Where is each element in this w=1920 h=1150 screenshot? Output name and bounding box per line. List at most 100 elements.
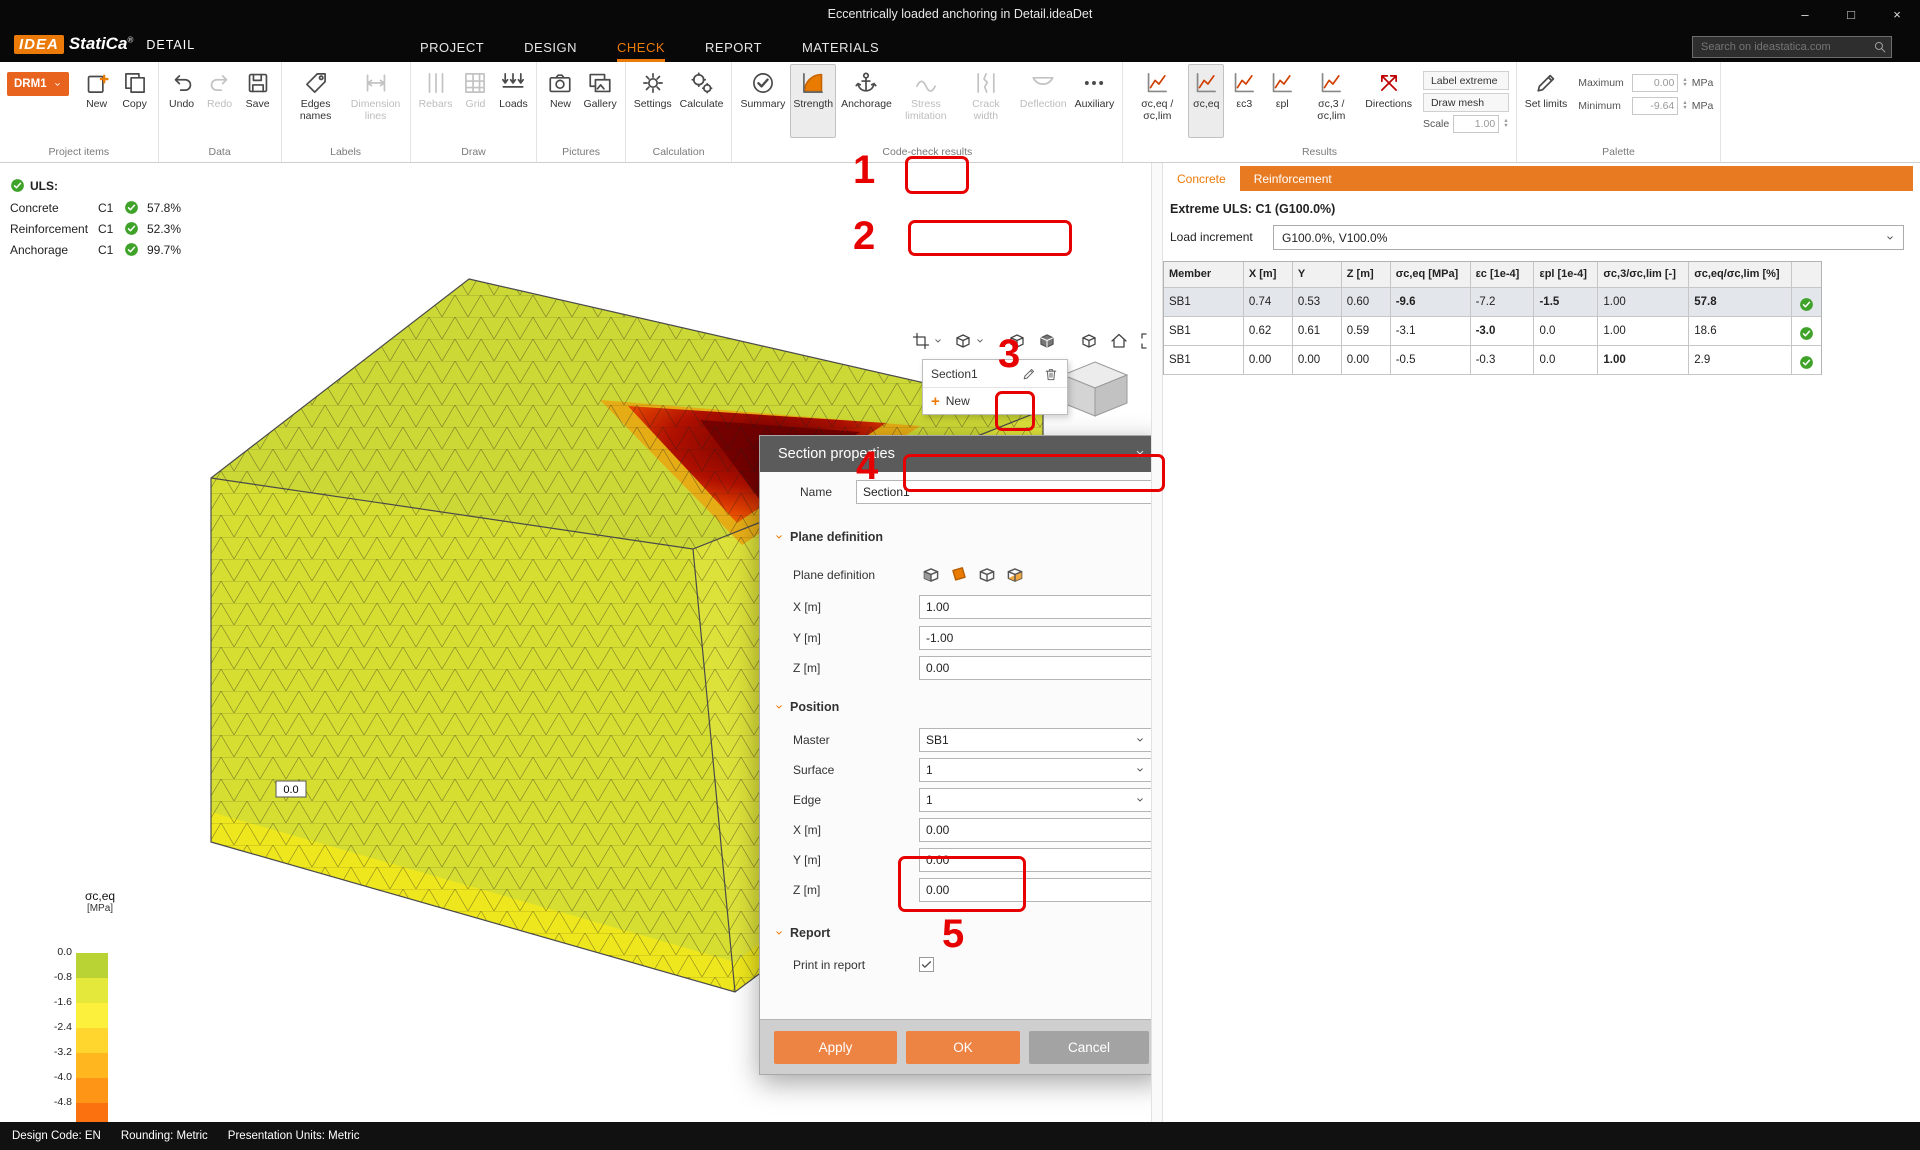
column-header[interactable]: Z [m] (1342, 262, 1391, 287)
report-section[interactable]: Report (774, 926, 830, 940)
ribbon-c-eq-c-lim-button[interactable]: σc,eq / σc,lim (1128, 64, 1186, 138)
column-header[interactable] (1792, 262, 1821, 287)
ribbon-copy-button[interactable]: Copy (117, 64, 153, 138)
section-tool-button[interactable] (908, 327, 946, 355)
scale-input[interactable] (1453, 115, 1499, 133)
ribbon-c-3-c-lim-button[interactable]: σc,3 / σc,lim (1302, 64, 1360, 138)
maximum-input[interactable] (1632, 74, 1678, 92)
view-mode-button[interactable] (950, 327, 988, 355)
plane-wire-button[interactable] (975, 563, 999, 587)
pos-z-input[interactable] (919, 878, 1151, 902)
result-row[interactable]: SB10.740.530.60-9.6-7.2-1.51.0057.8 (1164, 288, 1821, 317)
ribbon-new-button[interactable]: New (542, 64, 578, 138)
ribbon-save-button[interactable]: Save (240, 64, 276, 138)
toggle-label-extreme[interactable]: Label extreme (1423, 71, 1509, 90)
edge-select[interactable]: 1 (919, 788, 1151, 812)
ribbon-gallery-button[interactable]: Gallery (580, 64, 619, 138)
search-input[interactable] (1701, 41, 1873, 53)
plane-y-input[interactable] (919, 626, 1151, 650)
column-header[interactable]: εc [1e-4] (1471, 262, 1535, 287)
result-cell: 0.62 (1244, 317, 1293, 345)
ok-button[interactable]: OK (906, 1031, 1020, 1064)
plane-definition-section[interactable]: Plane definition (774, 530, 883, 544)
toggle-draw-mesh[interactable]: Draw mesh (1423, 93, 1509, 112)
plus-icon: + (931, 394, 940, 409)
minimize-button[interactable]: – (1782, 0, 1828, 28)
column-header[interactable]: σc,3/σc,lim [-] (1598, 262, 1689, 287)
column-header[interactable]: Member (1164, 262, 1244, 287)
position-section[interactable]: Position (774, 700, 839, 714)
ribbon-c3-button[interactable]: εc3 (1226, 64, 1262, 138)
result-cell: -7.2 (1471, 288, 1535, 316)
chevron-down-icon (1885, 233, 1895, 243)
ribbon-settings-button[interactable]: Settings (631, 64, 675, 138)
viewport-scrollbar[interactable] (1151, 163, 1163, 1122)
plane-x-input[interactable] (919, 595, 1151, 619)
dialog-header[interactable]: Section properties × (760, 436, 1151, 472)
zoom-fit-button[interactable] (1136, 327, 1151, 355)
column-header[interactable]: σc,eq/σc,lim [%] (1689, 262, 1792, 287)
project-item-selector[interactable]: DRM1 (7, 72, 69, 96)
zoom-home-button[interactable] (1106, 327, 1132, 355)
plane-xy-button[interactable] (919, 563, 943, 587)
result-cell: 1.00 (1598, 317, 1689, 345)
menu-design[interactable]: DESIGN (524, 32, 577, 62)
result-row[interactable]: SB10.000.000.00-0.5-0.30.01.002.9 (1164, 346, 1821, 375)
ribbon-pl-button[interactable]: εpl (1264, 64, 1300, 138)
column-header[interactable]: σc,eq [MPa] (1391, 262, 1471, 287)
surface-select[interactable]: 1 (919, 758, 1151, 782)
section-name-input[interactable] (856, 480, 1151, 504)
delete-trash-icon[interactable] (1043, 366, 1059, 382)
search-icon[interactable] (1873, 40, 1887, 54)
section-list-item[interactable]: Section1 (923, 360, 1067, 387)
new-section-button[interactable]: + New (923, 387, 1067, 414)
menu-materials[interactable]: MATERIALS (802, 32, 879, 62)
ribbon-set-limits-button[interactable]: Set limits (1522, 64, 1571, 138)
spinner-arrows-icon[interactable]: ▲▼ (1682, 78, 1687, 88)
ribbon-anchorage-button[interactable]: Anchorage (838, 64, 895, 138)
minimum-input[interactable] (1632, 97, 1678, 115)
result-row[interactable]: SB10.620.610.59-3.1-3.00.01.0018.6 (1164, 317, 1821, 346)
maximize-button[interactable]: □ (1828, 0, 1874, 28)
loads-icon (500, 70, 526, 96)
master-select[interactable]: SB1 (919, 728, 1151, 752)
spinner-arrows-icon[interactable]: ▲▼ (1682, 101, 1687, 111)
menu-project[interactable]: PROJECT (420, 32, 484, 62)
axonometry-button[interactable] (1076, 327, 1102, 355)
ribbon-c-eq-button[interactable]: σc,eq (1188, 64, 1224, 138)
column-header[interactable]: εpl [1e-4] (1534, 262, 1598, 287)
search-box[interactable] (1692, 36, 1892, 58)
edit-pencil-icon[interactable] (1021, 366, 1037, 382)
ribbon-edges-names-button[interactable]: Edges names (287, 64, 345, 138)
close-button[interactable]: × (1874, 0, 1920, 28)
pos-y-input[interactable] (919, 848, 1151, 872)
plane-face-button[interactable] (947, 563, 971, 587)
ribbon-loads-button[interactable]: Loads (495, 64, 531, 138)
plane-diagonal-button[interactable] (1003, 563, 1027, 587)
ribbon-auxiliary-button[interactable]: Auxiliary (1072, 64, 1118, 138)
tab-concrete[interactable]: Concrete (1163, 166, 1240, 191)
column-header[interactable]: Y (1293, 262, 1342, 287)
spinner-arrows-icon[interactable]: ▲▼ (1503, 119, 1508, 129)
menu-report[interactable]: REPORT (705, 32, 762, 62)
ribbon-new-button[interactable]: New (79, 64, 115, 138)
solid-view-button[interactable] (1034, 327, 1060, 355)
cancel-button[interactable]: Cancel (1029, 1031, 1149, 1064)
print-in-report-checkbox[interactable] (919, 957, 934, 972)
ribbon-strength-button[interactable]: Strength (790, 64, 836, 138)
apply-button[interactable]: Apply (774, 1031, 897, 1064)
menu-check[interactable]: CHECK (617, 32, 665, 62)
ribbon-group-label: Calculation (631, 146, 727, 162)
ribbon-summary-button[interactable]: Summary (737, 64, 788, 138)
load-increment-select[interactable]: G100.0%, V100.0% (1273, 225, 1904, 250)
ribbon-undo-button[interactable]: Undo (164, 64, 200, 138)
column-header[interactable]: X [m] (1244, 262, 1293, 287)
tab-reinforcement[interactable]: Reinforcement (1240, 166, 1346, 191)
pos-x-input[interactable] (919, 818, 1151, 842)
dialog-close-icon[interactable]: × (1128, 446, 1151, 463)
plane-z-input[interactable] (919, 656, 1151, 680)
ribbon-directions-button[interactable]: Directions (1362, 64, 1415, 138)
pos-x-label: X [m] (793, 818, 821, 842)
ribbon-calculate-button[interactable]: Calculate (677, 64, 727, 138)
3d-viewport[interactable]: 0.0 ULS: ConcreteC157.8%ReinforcementC15… (0, 163, 1151, 1122)
